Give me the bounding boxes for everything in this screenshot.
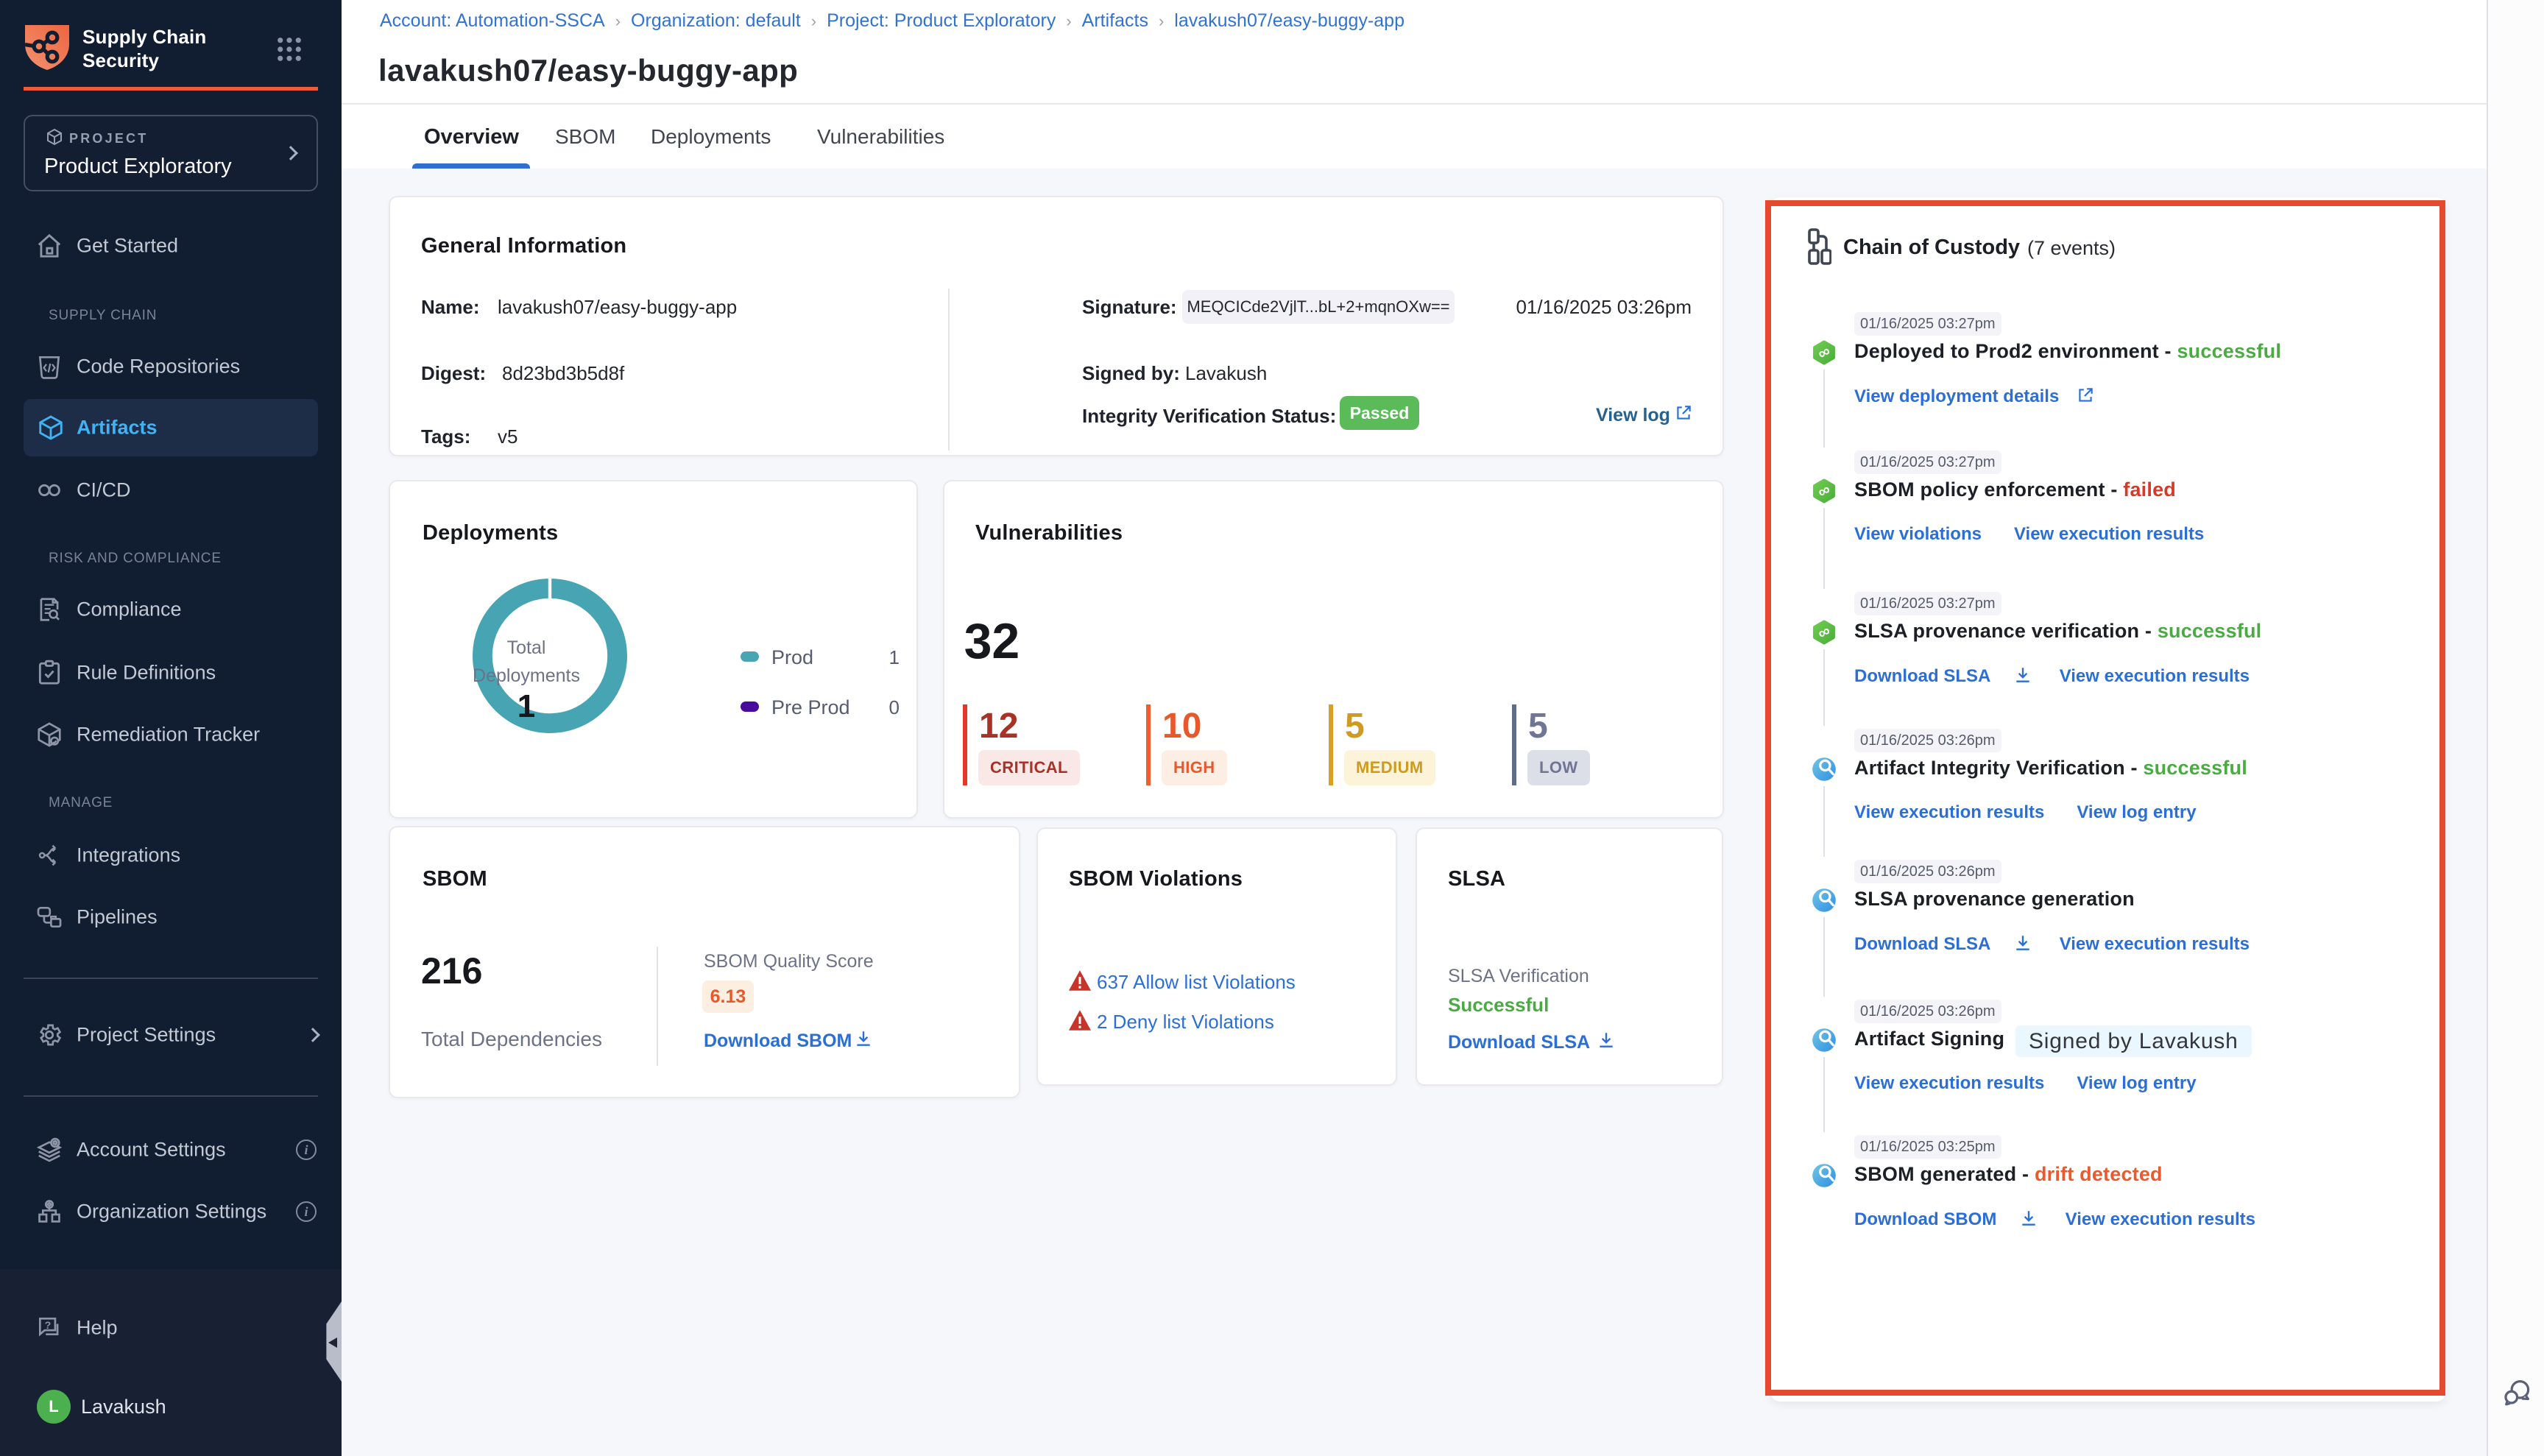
svg-text:?: ?: [45, 1320, 52, 1332]
